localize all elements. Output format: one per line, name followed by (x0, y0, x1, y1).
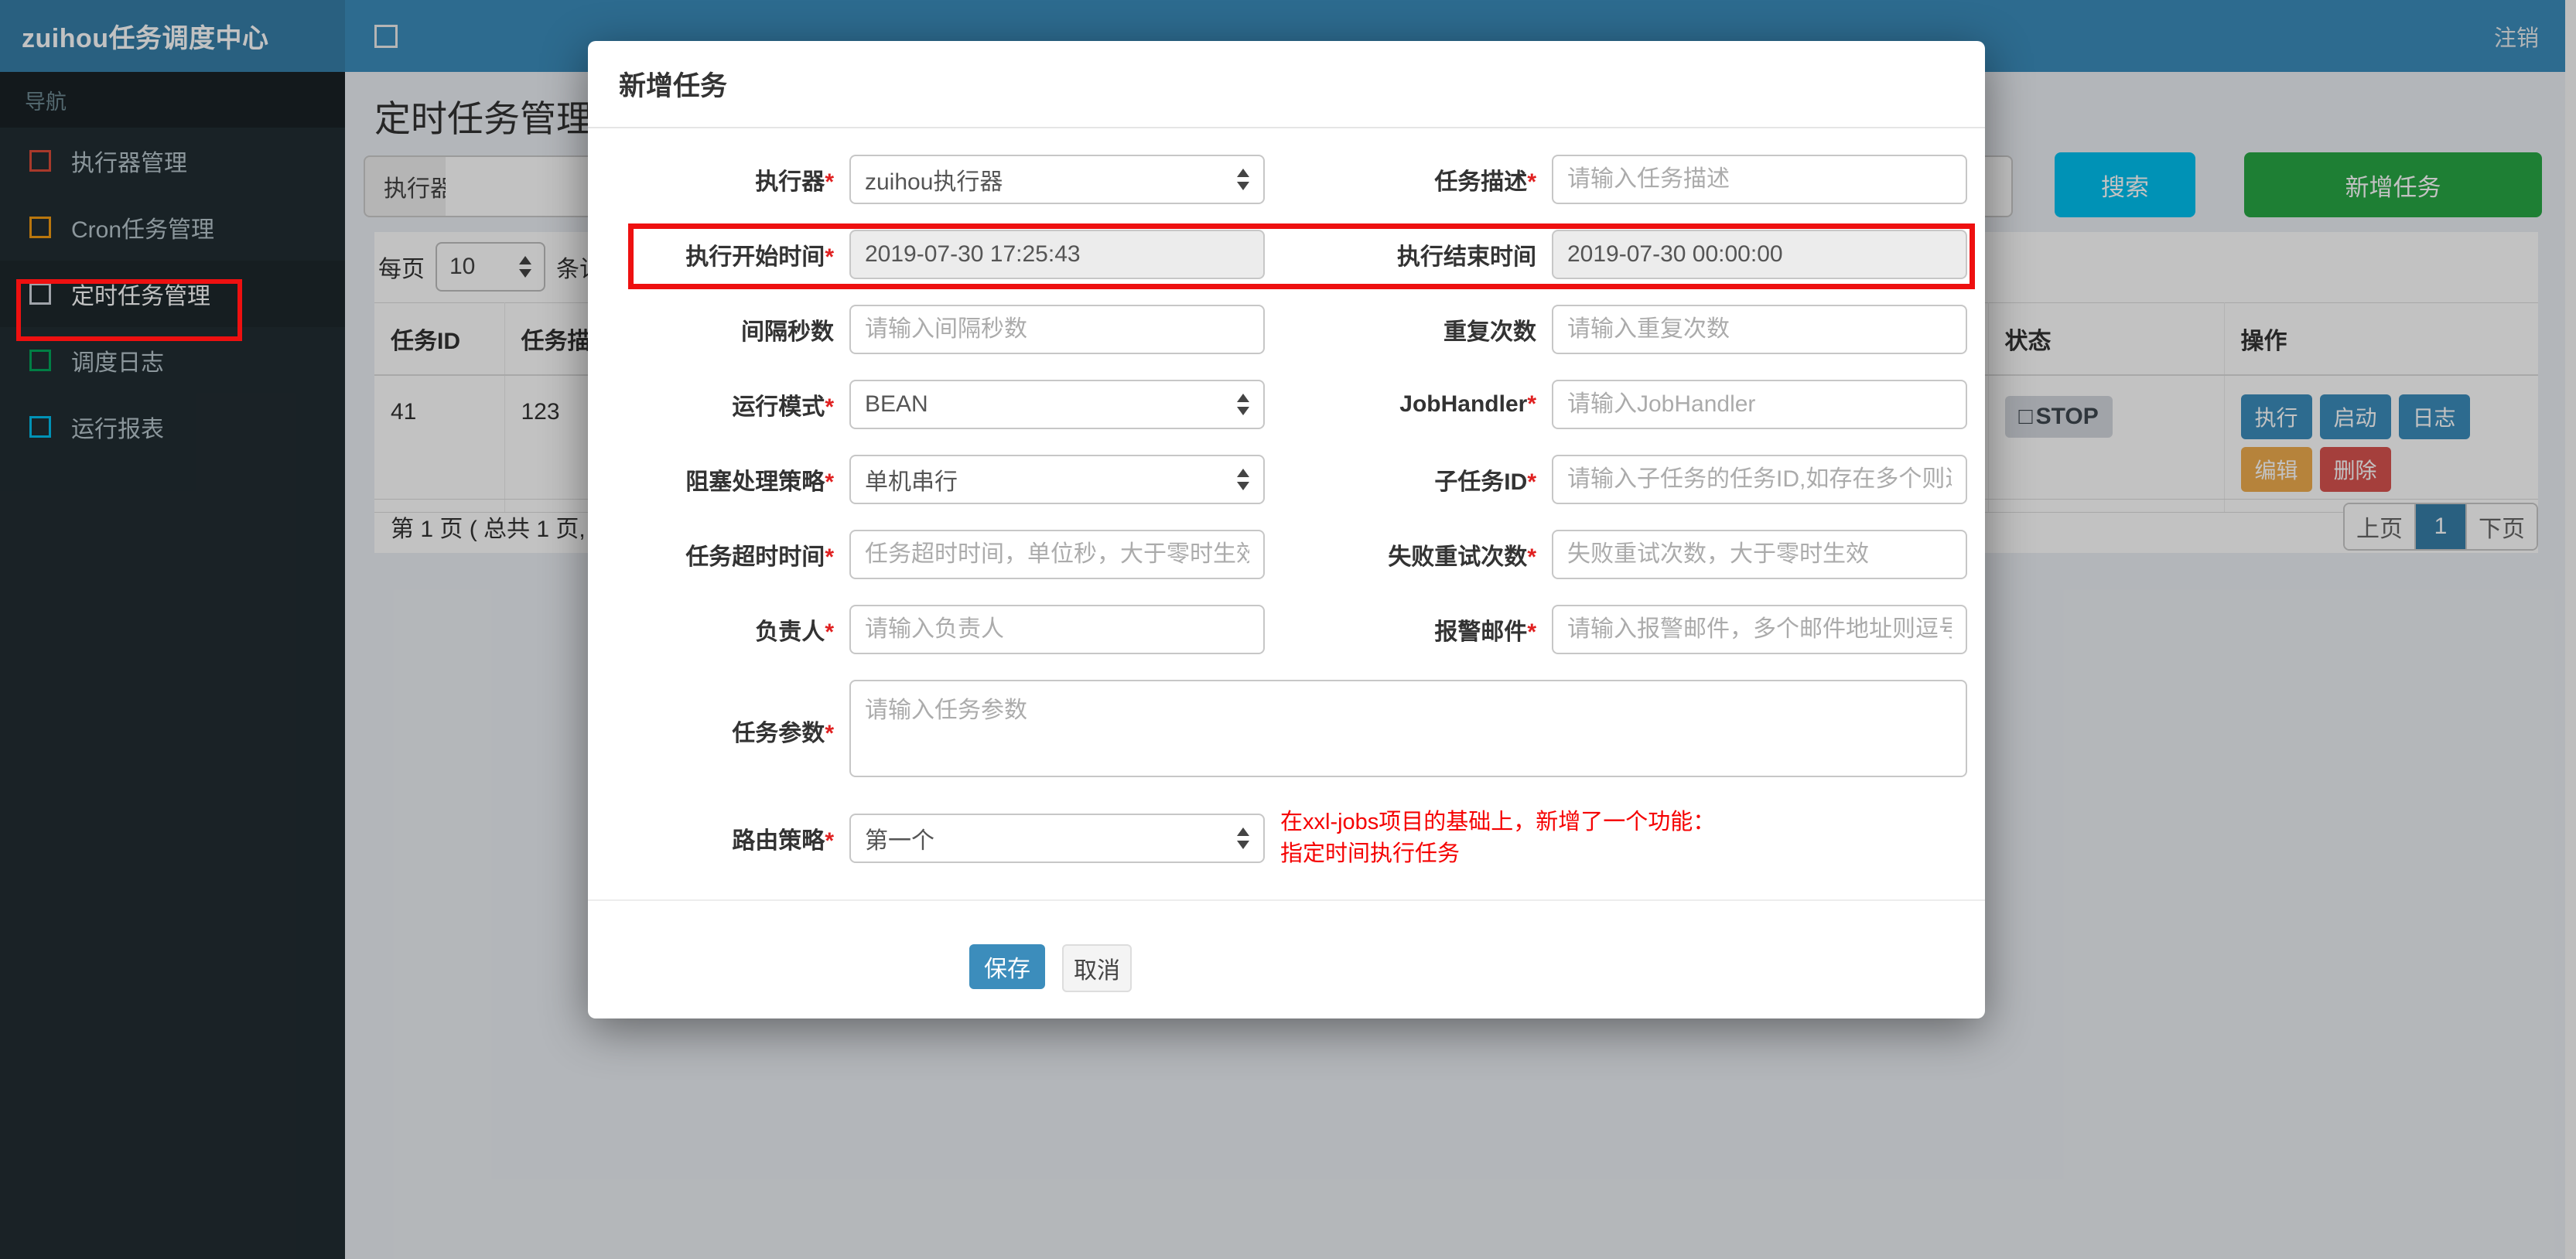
start-time-label: 执行开始时间* (685, 244, 834, 270)
add-task-modal: 新增任务 执行器* zuihou执行器 任务描述* 执行开始时间* 执行结束时间… (588, 41, 1985, 1018)
select-arrows-icon (1237, 469, 1249, 490)
modal-title: 新增任务 (619, 71, 728, 101)
form-row: 路由策略* 第一个 在xxl-jobs项目的基础上，新增了一个功能： 指定时间执… (588, 807, 1985, 870)
child-task-label: 子任务ID* (1434, 469, 1536, 495)
block-strategy-label: 阻塞处理策略* (685, 469, 834, 495)
form-row: 负责人* 报警邮件* (588, 605, 1985, 654)
alarm-email-input[interactable] (1552, 605, 1967, 654)
retry-count-input[interactable] (1552, 530, 1967, 579)
jobhandler-input[interactable] (1552, 380, 1967, 429)
feature-note-line2: 指定时间执行任务 (1280, 841, 1461, 866)
form-row: 任务超时时间* 失败重试次数* (588, 530, 1985, 579)
screen: zuihou任务调度中心 注销 导航 执行器管理 Cron任务管理 定时任务管理… (0, 0, 2576, 1259)
form-row: 间隔秒数 重复次数 (588, 305, 1985, 354)
end-time-label: 执行结束时间 (1397, 244, 1536, 270)
route-strategy-select[interactable]: 第一个 (849, 814, 1265, 863)
feature-note: 在xxl-jobs项目的基础上，新增了一个功能： 指定时间执行任务 (1280, 807, 1967, 870)
run-mode-select[interactable]: BEAN (849, 380, 1265, 429)
start-time-input[interactable] (849, 230, 1265, 279)
timeout-input[interactable] (849, 530, 1265, 579)
jobhandler-label: JobHandler* (1399, 391, 1536, 417)
task-params-label: 任务参数* (732, 720, 834, 746)
save-button[interactable]: 保存 (969, 944, 1045, 989)
form-row: 执行开始时间* 执行结束时间 (588, 230, 1985, 279)
form-row: 任务参数* (588, 680, 1985, 781)
feature-note-line1: 在xxl-jobs项目的基础上，新增了一个功能： (1280, 810, 1716, 834)
task-desc-input[interactable] (1552, 155, 1967, 204)
select-arrows-icon (1237, 394, 1249, 415)
owner-label: 负责人* (755, 619, 834, 645)
select-arrows-icon (1237, 169, 1249, 190)
modal-body: 执行器* zuihou执行器 任务描述* 执行开始时间* 执行结束时间 间隔秒数… (588, 128, 1985, 992)
child-task-input[interactable] (1552, 455, 1967, 504)
cancel-button[interactable]: 取消 (1062, 944, 1132, 992)
timeout-label: 任务超时时间* (685, 544, 834, 570)
task-params-textarea[interactable] (849, 680, 1967, 777)
form-row: 执行器* zuihou执行器 任务描述* (588, 155, 1985, 204)
end-time-input[interactable] (1552, 230, 1967, 279)
interval-label: 间隔秒数 (741, 319, 834, 345)
repeat-count-input[interactable] (1552, 305, 1967, 354)
interval-input[interactable] (849, 305, 1265, 354)
route-strategy-label: 路由策略* (732, 828, 834, 854)
run-mode-label: 运行模式* (732, 394, 834, 420)
select-arrows-icon (1237, 827, 1249, 849)
task-desc-label: 任务描述* (1434, 169, 1536, 195)
repeat-count-label: 重复次数 (1443, 319, 1536, 345)
executor-select[interactable]: zuihou执行器 (849, 155, 1265, 204)
owner-input[interactable] (849, 605, 1265, 654)
executor-label: 执行器* (755, 169, 834, 195)
form-row: 运行模式* BEAN JobHandler* (588, 380, 1985, 429)
form-row: 阻塞处理策略* 单机串行 子任务ID* (588, 455, 1985, 504)
block-strategy-select[interactable]: 单机串行 (849, 455, 1265, 504)
modal-footer: 保存 取消 (588, 899, 1985, 992)
modal-header: 新增任务 (588, 41, 1985, 128)
retry-count-label: 失败重试次数* (1388, 544, 1536, 570)
alarm-email-label: 报警邮件* (1434, 619, 1536, 645)
